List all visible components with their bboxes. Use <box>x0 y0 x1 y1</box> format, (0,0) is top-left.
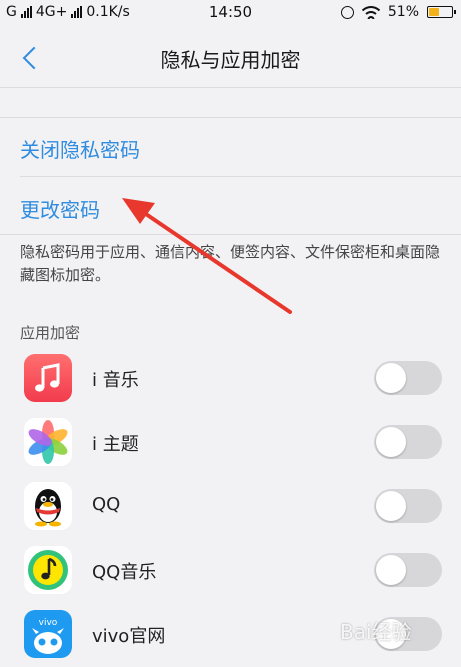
qq-lock-toggle[interactable] <box>374 489 442 523</box>
list-item: i 主题 <box>0 410 461 474</box>
list-item: i 音乐 <box>0 346 461 410</box>
toggle-knob <box>376 363 406 393</box>
theme-pinwheel-icon <box>24 418 72 466</box>
toggle-knob <box>376 555 406 585</box>
change-password-row[interactable]: 更改密码 <box>0 180 461 236</box>
disable-privacy-password-row[interactable]: 关闭隐私密码 <box>0 120 461 176</box>
vivo-official-icon: vivo <box>24 610 72 658</box>
alarm-icon <box>340 5 354 19</box>
header-divider <box>0 87 461 88</box>
battery-percent: 51% <box>387 4 419 20</box>
status-right: 51% <box>340 4 456 20</box>
page-title: 隐私与应用加密 <box>160 48 301 72</box>
section-label-app-encryption: 应用加密 <box>20 324 81 342</box>
music-note-icon <box>24 354 72 402</box>
toggle-knob <box>376 427 406 457</box>
list-item: QQ音乐 <box>0 538 461 602</box>
app-name: i 主题 <box>92 434 139 455</box>
app-name: i 音乐 <box>92 370 139 391</box>
qq-penguin-icon <box>24 482 72 530</box>
wifi-icon <box>361 5 380 19</box>
qq-music-icon <box>24 546 72 594</box>
group-divider-bottom <box>0 234 461 235</box>
svg-text:vivo: vivo <box>39 618 58 628</box>
app-name: QQ <box>92 494 121 515</box>
app-name: vivo官网 <box>92 626 166 647</box>
app-name: QQ音乐 <box>92 562 157 583</box>
list-item: QQ <box>0 474 461 538</box>
change-password-label[interactable]: 更改密码 <box>20 194 100 223</box>
group-divider-top <box>0 117 461 118</box>
watermark-text: Bai经验 <box>340 620 412 644</box>
qq-music-lock-toggle[interactable] <box>374 553 442 587</box>
disable-privacy-password-label[interactable]: 关闭隐私密码 <box>20 134 140 163</box>
status-bar: G 4G+ 0.1K/s 14:50 51% <box>0 0 461 26</box>
theme-lock-toggle[interactable] <box>374 425 442 459</box>
row-divider <box>20 176 461 177</box>
battery-icon <box>427 6 456 18</box>
toggle-knob <box>376 491 406 521</box>
battery-fill <box>429 8 439 16</box>
music-lock-toggle[interactable] <box>374 361 442 395</box>
privacy-description: 隐私密码用于应用、通信内容、便签内容、文件保密柜和桌面隐藏图标加密。 <box>20 243 441 284</box>
nav-bar: 隐私与应用加密 <box>0 26 461 88</box>
